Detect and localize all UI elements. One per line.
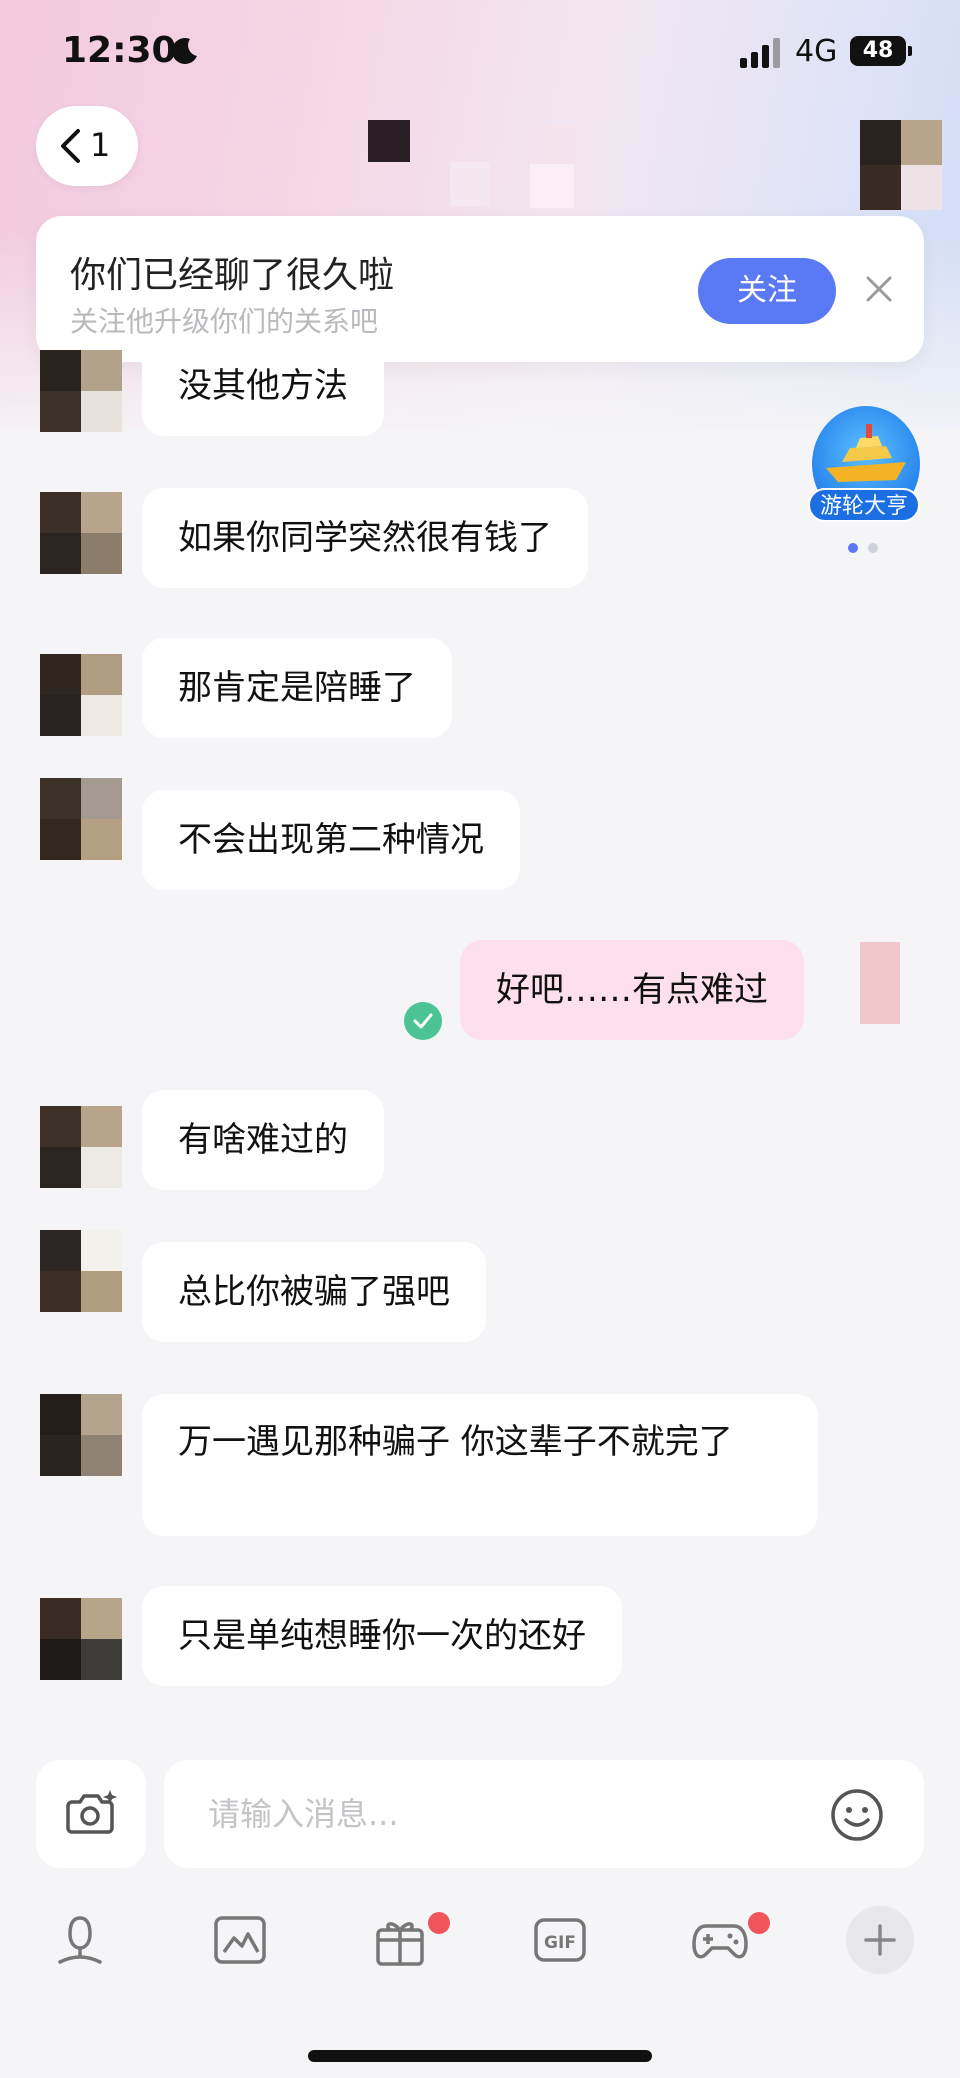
carousel-dot xyxy=(868,543,878,553)
plus-icon xyxy=(864,1924,896,1956)
gif-label: GIF xyxy=(544,1933,576,1953)
sender-avatar[interactable] xyxy=(40,778,122,860)
message-bubble[interactable]: 万一遇见那种骗子 你这辈子不就完了 xyxy=(142,1394,818,1536)
unread-count: 1 xyxy=(90,126,111,164)
moon-icon xyxy=(172,38,197,64)
yacht-icon xyxy=(826,424,906,482)
message-bubble[interactable]: 没其他方法 xyxy=(142,336,384,436)
message-bubble-outgoing[interactable]: 好吧……有点难过 xyxy=(460,940,804,1040)
gift-icon xyxy=(376,1922,424,1966)
sender-avatar[interactable] xyxy=(40,654,122,736)
contact-name-mosaic xyxy=(450,162,490,206)
game-button[interactable] xyxy=(692,1912,748,1968)
message-bubble[interactable]: 总比你被骗了强吧 xyxy=(142,1242,486,1342)
status-time: 12:30 xyxy=(62,30,177,71)
gif-icon: GIF xyxy=(534,1918,586,1962)
sender-avatar[interactable] xyxy=(40,1230,122,1312)
sender-avatar[interactable] xyxy=(40,1598,122,1680)
game-notification-badge xyxy=(748,1912,770,1934)
voice-icon xyxy=(58,1916,102,1964)
gift-button[interactable] xyxy=(372,1912,428,1968)
sender-avatar[interactable] xyxy=(40,1394,122,1476)
camera-sparkle-icon xyxy=(66,1790,117,1834)
message-input[interactable] xyxy=(208,1786,808,1842)
sender-avatar[interactable] xyxy=(40,350,122,432)
back-button[interactable]: 1 xyxy=(36,106,138,186)
message-input-container[interactable] xyxy=(164,1760,924,1868)
sender-avatar[interactable] xyxy=(40,492,122,574)
banner-title: 你们已经聊了很久啦 xyxy=(70,255,395,296)
emoji-icon[interactable] xyxy=(830,1788,884,1842)
home-indicator xyxy=(308,2050,652,2062)
signal-icon xyxy=(740,38,780,68)
game-controller-icon xyxy=(692,1924,748,1959)
photo-button[interactable] xyxy=(212,1912,268,1968)
sender-avatar[interactable] xyxy=(40,1106,122,1188)
banner-subtitle: 关注他升级你们的关系吧 xyxy=(70,305,379,338)
voice-button[interactable] xyxy=(52,1912,108,1968)
carousel-dot-active xyxy=(848,543,858,553)
contact-avatar[interactable] xyxy=(860,120,942,210)
message-bubble[interactable]: 如果你同学突然很有钱了 xyxy=(142,488,588,588)
chevron-left-icon xyxy=(61,129,80,163)
battery-indicator: 48 xyxy=(850,36,912,66)
my-avatar[interactable] xyxy=(860,942,900,1024)
contact-name-mosaic xyxy=(530,124,574,164)
camera-button[interactable] xyxy=(36,1760,146,1868)
status-bar: 12:30 4G 48 xyxy=(0,0,960,110)
gif-button[interactable]: GIF xyxy=(532,1912,588,1968)
widget-label[interactable]: 游轮大亨 xyxy=(808,488,920,522)
contact-name-mosaic xyxy=(530,164,574,208)
more-button[interactable] xyxy=(846,1906,914,1974)
gift-notification-badge xyxy=(428,1912,450,1934)
contact-name-mosaic xyxy=(368,120,410,162)
close-icon[interactable] xyxy=(862,272,896,306)
read-check-icon xyxy=(404,1002,442,1040)
image-icon xyxy=(214,1916,266,1964)
message-bubble[interactable]: 不会出现第二种情况 xyxy=(142,790,520,890)
message-bubble[interactable]: 只是单纯想睡你一次的还好 xyxy=(142,1586,622,1686)
follow-button[interactable]: 关注 xyxy=(698,258,836,324)
message-bubble[interactable]: 有啥难过的 xyxy=(142,1090,384,1190)
message-bubble[interactable]: 那肯定是陪睡了 xyxy=(142,638,452,738)
network-type: 4G xyxy=(795,34,838,69)
